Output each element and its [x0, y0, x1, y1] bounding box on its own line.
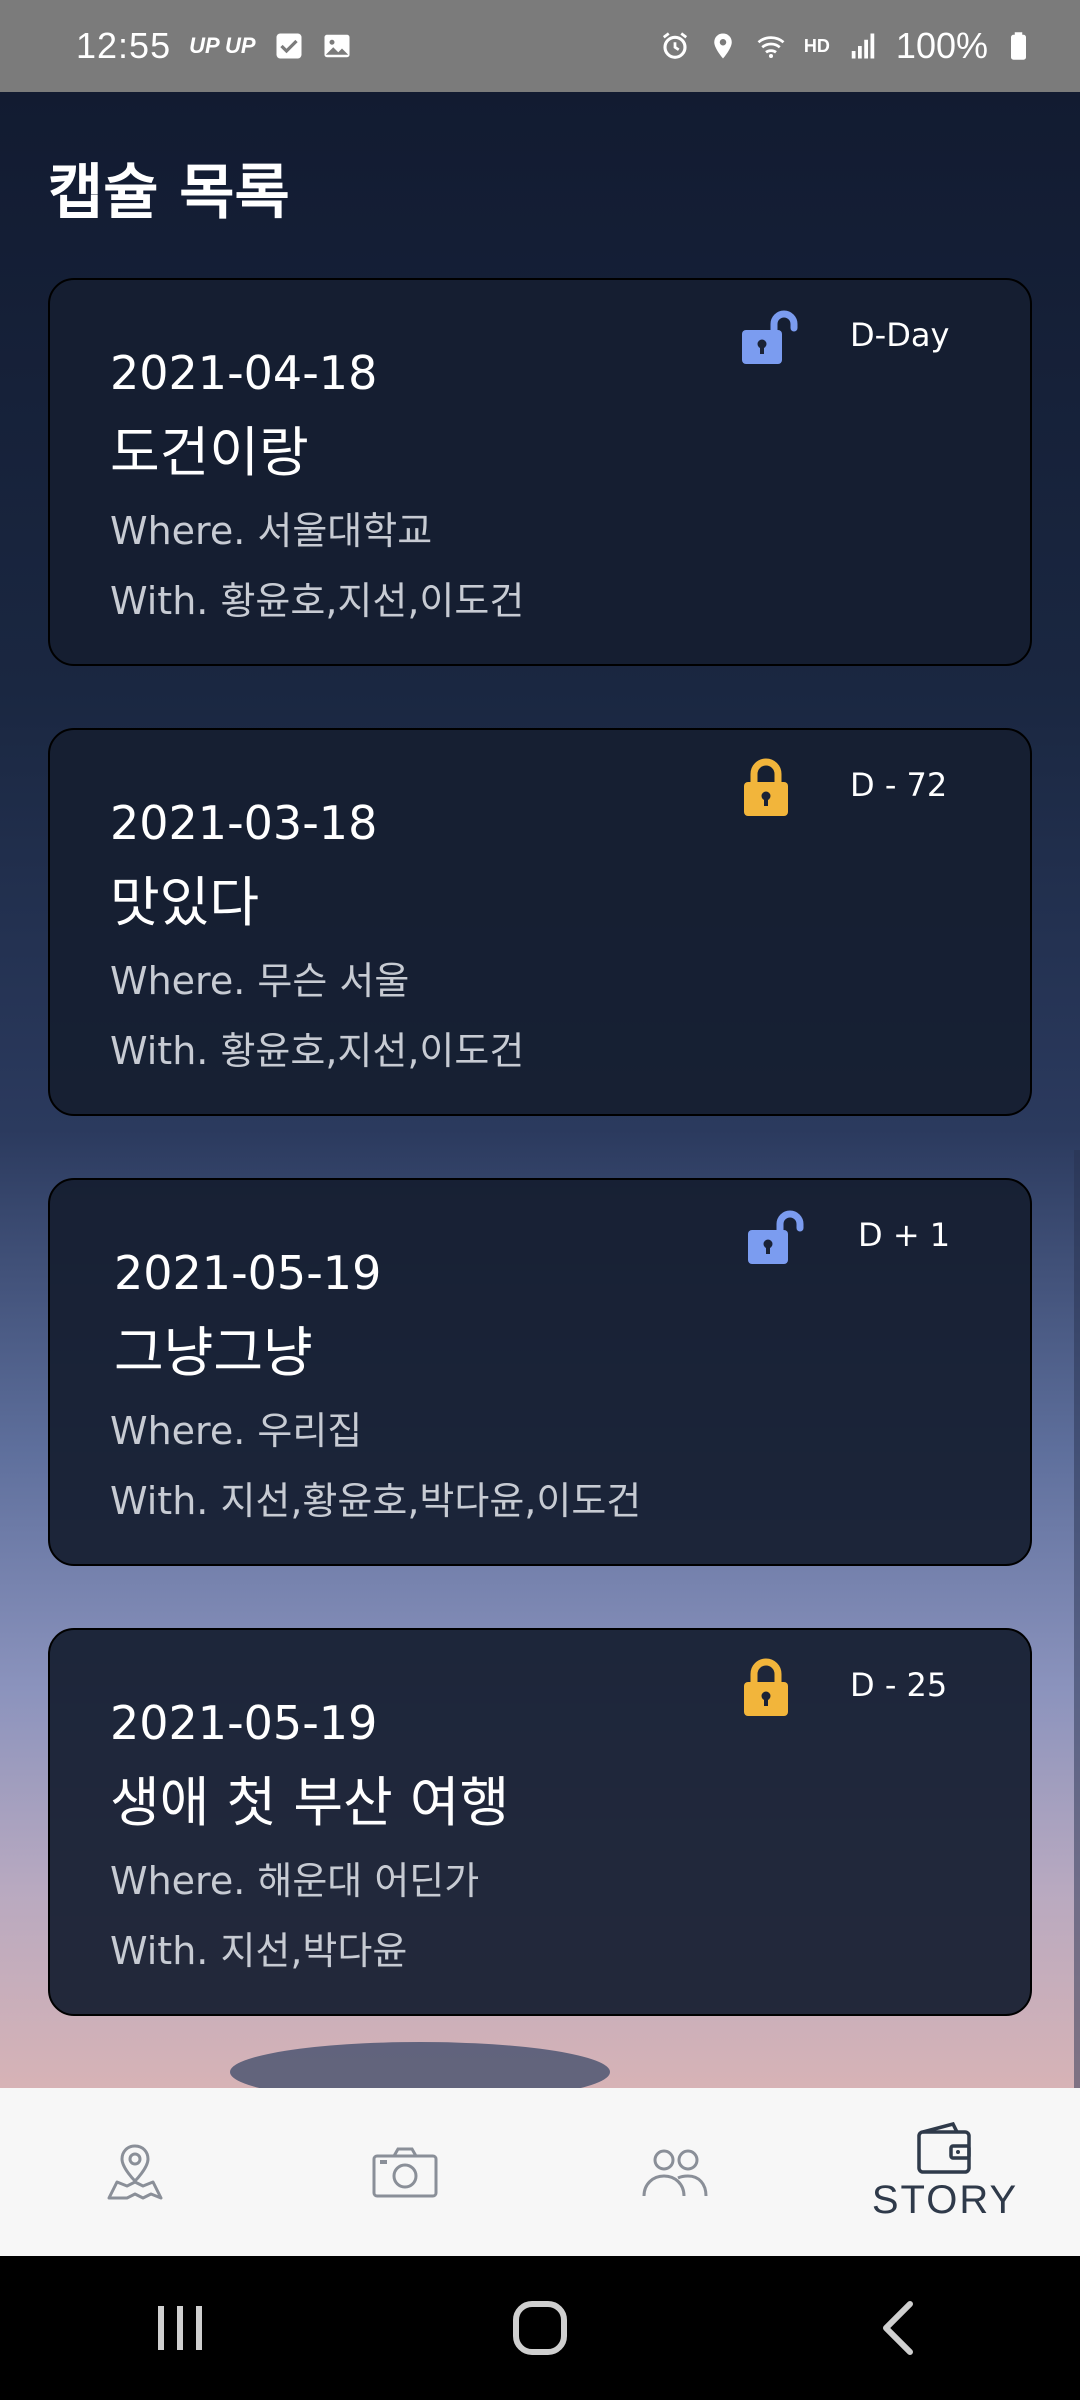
- back-chevron-icon: [883, 2301, 913, 2355]
- recent-apps-button[interactable]: [120, 2288, 240, 2368]
- recent-apps-icon: [158, 2306, 202, 2350]
- image-notification-icon: [324, 34, 350, 58]
- capsule-with: With. 황윤호,지선,이도건: [110, 1029, 525, 1073]
- main-content[interactable]: 캡슐 목록 D-Day 2021-04-18 도건이랑 Where. 서울대학교…: [0, 92, 1080, 2088]
- status-up-label: UP UP: [189, 33, 256, 58]
- nav-camera[interactable]: [270, 2088, 540, 2256]
- status-time: 12:55: [76, 25, 172, 66]
- capsule-title: 도건이랑: [110, 421, 309, 484]
- status-bar: 12:55 UP UP HD 100%: [0, 0, 1080, 92]
- capsule-date: 2021-05-19: [114, 1246, 382, 1300]
- home-icon: [513, 2301, 567, 2355]
- dday-label: D + 1: [858, 1216, 951, 1254]
- nav-story[interactable]: STORY: [810, 2088, 1080, 2256]
- capsule-title: 맛있다: [110, 871, 260, 934]
- nav-friends[interactable]: [540, 2088, 810, 2256]
- unlocked-lock-icon[interactable]: [746, 1206, 810, 1270]
- battery-icon: [1011, 32, 1026, 60]
- nav-map[interactable]: [0, 2088, 270, 2256]
- capsule-where: Where. 무슨 서울: [110, 959, 410, 1003]
- capsule-card[interactable]: D-Day 2021-04-18 도건이랑 Where. 서울대학교 With.…: [48, 278, 1032, 666]
- dday-label: D-Day: [850, 316, 950, 354]
- bottom-navigation: STORY: [0, 2088, 1080, 2256]
- background-cloud: [230, 2042, 610, 2088]
- map-pin-icon: [107, 2144, 163, 2200]
- capsule-card[interactable]: D - 25 2021-05-19 생애 첫 부산 여행 Where. 해운대 …: [48, 1628, 1032, 2016]
- battery-percent: 100%: [895, 25, 988, 66]
- checkbox-notification-icon: [276, 33, 302, 59]
- unlocked-lock-icon[interactable]: [740, 306, 804, 370]
- locked-lock-icon[interactable]: [740, 756, 804, 820]
- dday-label: D - 72: [850, 766, 948, 804]
- status-right: HD 100%: [660, 25, 1036, 67]
- dday-label: D - 25: [850, 1666, 948, 1704]
- scrollbar[interactable]: [1074, 1150, 1080, 2088]
- capsule-date: 2021-05-19: [110, 1696, 378, 1750]
- back-button[interactable]: [840, 2288, 960, 2368]
- capsule-date: 2021-04-18: [110, 346, 378, 400]
- capsule-where: Where. 해운대 어딘가: [110, 1859, 480, 1903]
- location-icon: [714, 33, 732, 59]
- status-left: 12:55 UP UP: [76, 25, 352, 67]
- capsule-date: 2021-03-18: [110, 796, 378, 850]
- page-title: 캡슐 목록: [48, 158, 290, 228]
- capsule-title: 그냥그냥: [114, 1321, 313, 1384]
- capsule-card[interactable]: D - 72 2021-03-18 맛있다 Where. 무슨 서울 With.…: [48, 728, 1032, 1116]
- capsule-with: With. 지선,황윤호,박다윤,이도건: [110, 1479, 642, 1523]
- wallet-icon: [917, 2121, 971, 2174]
- capsule-where: Where. 서울대학교: [110, 509, 433, 553]
- home-button[interactable]: [480, 2288, 600, 2368]
- capsule-with: With. 황윤호,지선,이도건: [110, 579, 525, 623]
- capsule-title: 생애 첫 부산 여행: [110, 1771, 510, 1834]
- hd-voice-label: HD: [803, 36, 830, 56]
- capsule-card[interactable]: D + 1 2021-05-19 그냥그냥 Where. 우리집 With. 지…: [48, 1178, 1032, 1566]
- people-icon: [642, 2149, 708, 2197]
- signal-icon: [851, 33, 875, 59]
- capsule-where: Where. 우리집: [110, 1409, 363, 1453]
- camera-icon: [372, 2147, 438, 2198]
- alarm-icon: [662, 32, 687, 59]
- nav-story-label: STORY: [871, 2177, 1019, 2222]
- locked-lock-icon[interactable]: [740, 1656, 804, 1720]
- system-navigation-bar: [0, 2256, 1080, 2400]
- capsule-with: With. 지선,박다윤: [110, 1929, 408, 1973]
- wifi-icon: [757, 36, 785, 58]
